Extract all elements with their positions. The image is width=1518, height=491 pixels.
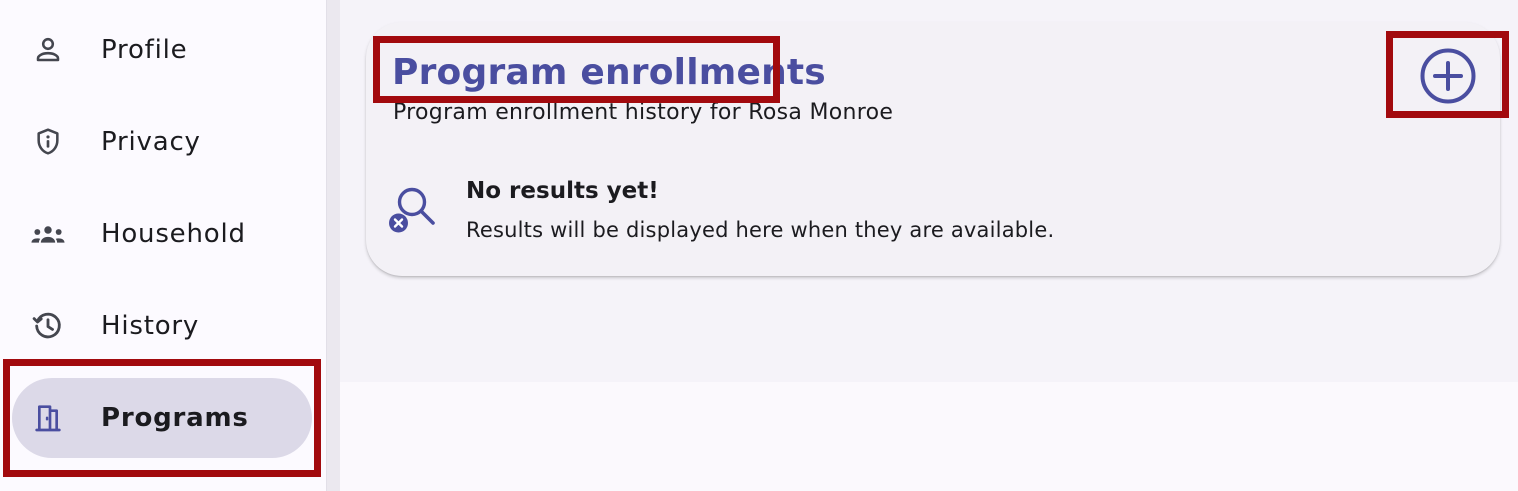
sidebar: Profile Privacy Household History Progra…	[0, 0, 326, 491]
add-circle-icon	[1418, 46, 1478, 110]
search-off-icon	[384, 180, 440, 236]
sidebar-item-label: Programs	[101, 403, 249, 433]
sidebar-item-label: Profile	[101, 35, 188, 65]
door-icon	[28, 398, 68, 438]
sidebar-item-history[interactable]: History	[12, 286, 312, 366]
empty-state-text: Results will be displayed here when they…	[466, 218, 1055, 242]
history-icon	[28, 306, 68, 346]
sidebar-item-privacy[interactable]: Privacy	[12, 102, 312, 182]
program-enrollments-card: Program enrollments Program enrollment h…	[366, 22, 1500, 276]
sidebar-scrollbar[interactable]	[326, 0, 340, 491]
person-icon	[28, 30, 68, 70]
group-icon	[28, 214, 68, 254]
add-enrollment-button[interactable]	[1416, 46, 1480, 110]
sidebar-item-household[interactable]: Household	[12, 194, 312, 274]
sidebar-item-label: Household	[101, 219, 246, 249]
sidebar-item-programs[interactable]: Programs	[12, 378, 312, 458]
sidebar-item-label: Privacy	[101, 127, 201, 157]
sidebar-item-label: History	[101, 311, 200, 341]
app-window: Profile Privacy Household History Progra…	[0, 0, 1518, 491]
shield-info-icon	[28, 122, 68, 162]
empty-state-title: No results yet!	[466, 178, 659, 204]
sidebar-item-profile[interactable]: Profile	[12, 10, 312, 90]
card-subtitle: Program enrollment history for Rosa Monr…	[393, 100, 894, 125]
card-title: Program enrollments	[392, 52, 826, 93]
